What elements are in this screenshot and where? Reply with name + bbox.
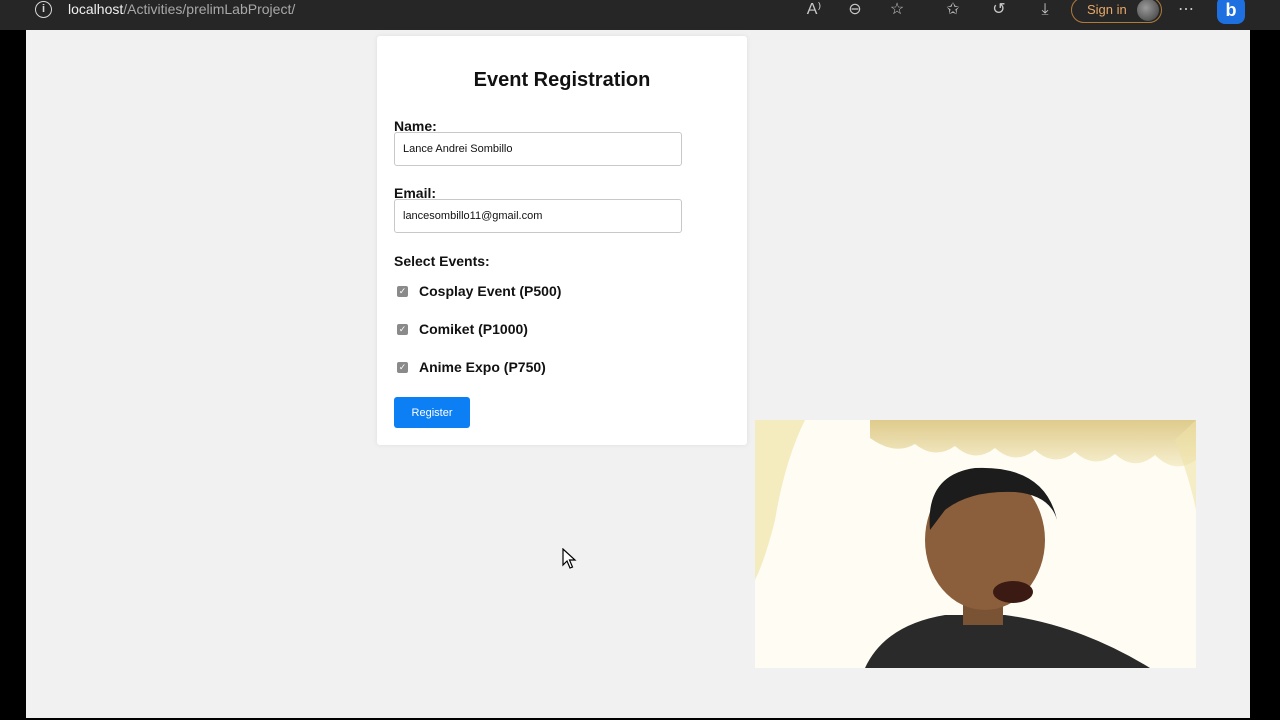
- mouse-cursor-icon: [562, 548, 577, 569]
- url-host: localhost: [68, 1, 124, 17]
- webcam-overlay: [755, 420, 1196, 668]
- history-icon[interactable]: ↺: [988, 0, 1010, 20]
- event-label-comiket: Comiket (P1000): [419, 321, 528, 337]
- events-label: Select Events:: [394, 253, 490, 269]
- email-input[interactable]: [394, 199, 682, 233]
- download-icon[interactable]: ⤓: [1034, 0, 1056, 20]
- registration-form: Event Registration Name: Email: Select E…: [377, 36, 747, 445]
- url-path: /Activities/prelimLabProject/: [123, 1, 296, 17]
- favorite-star-icon[interactable]: ☆: [886, 0, 908, 20]
- checkbox-cosplay[interactable]: ✓: [397, 286, 408, 297]
- checkbox-comiket[interactable]: ✓: [397, 324, 408, 335]
- name-input[interactable]: [394, 132, 682, 166]
- event-label-anime-expo: Anime Expo (P750): [419, 359, 546, 375]
- event-label-cosplay: Cosplay Event (P500): [419, 283, 562, 299]
- site-info-icon[interactable]: i: [35, 1, 52, 18]
- zoom-out-icon[interactable]: ⊖: [844, 0, 866, 20]
- browser-toolbar: i localhost/Activities/prelimLabProject/…: [0, 0, 1280, 30]
- more-options-icon[interactable]: ⋯: [1175, 0, 1197, 20]
- bing-copilot-icon[interactable]: b: [1217, 0, 1245, 24]
- form-title: Event Registration: [473, 69, 651, 91]
- avatar: [1137, 0, 1159, 21]
- address-bar[interactable]: localhost/Activities/prelimLabProject/: [68, 1, 295, 17]
- favorites-list-icon[interactable]: ✩: [942, 0, 964, 20]
- register-button[interactable]: Register: [394, 397, 470, 428]
- sign-in-label: Sign in: [1087, 2, 1127, 17]
- read-aloud-icon[interactable]: A⁾: [803, 0, 825, 20]
- checkbox-anime-expo[interactable]: ✓: [397, 362, 408, 373]
- webcam-person-image: [755, 420, 1196, 668]
- sign-in-button[interactable]: Sign in: [1071, 0, 1162, 23]
